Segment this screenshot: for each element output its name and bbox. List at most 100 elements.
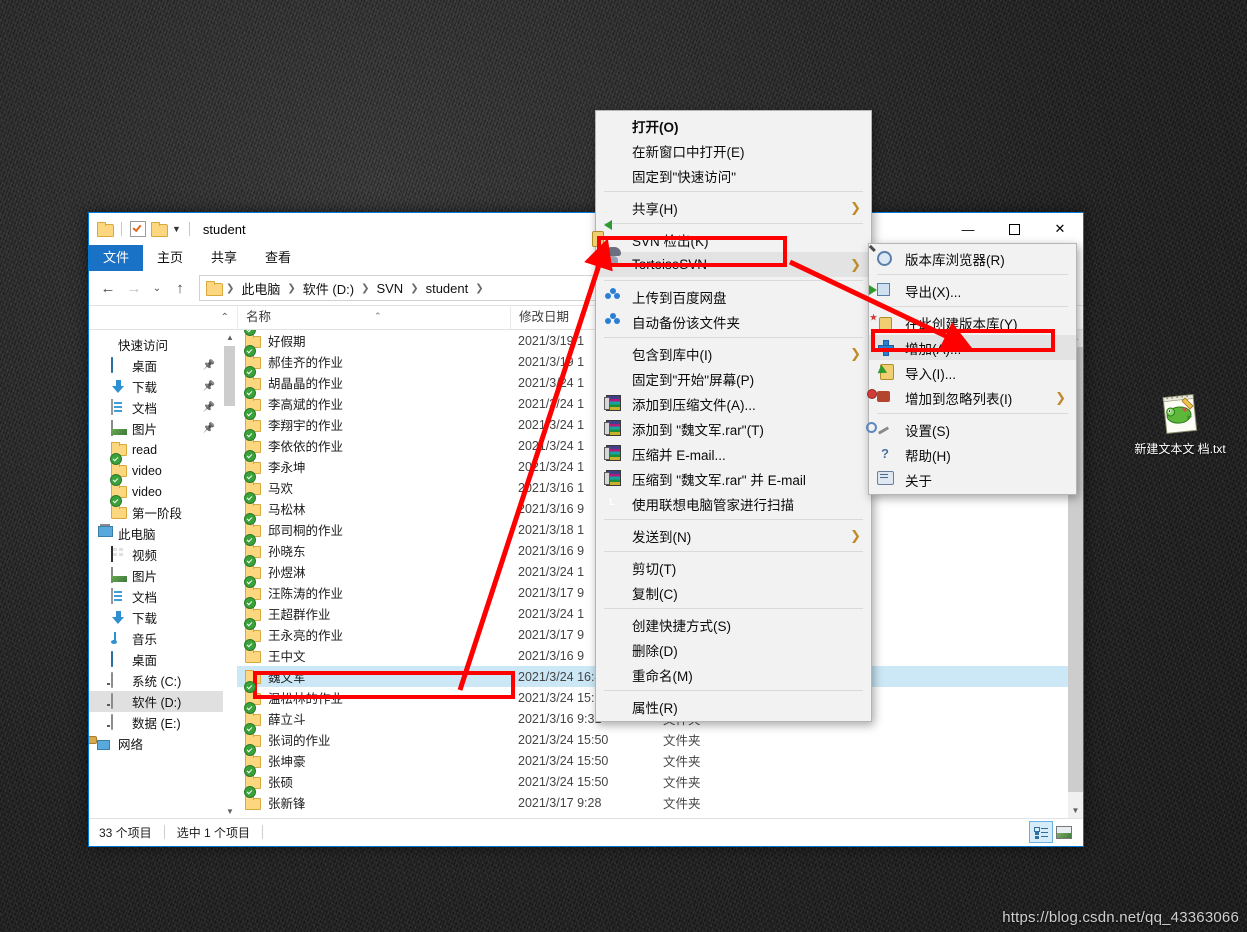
collapse-icon[interactable]: ⌃ [221,312,229,323]
menu-item-o[interactable]: 打开(O) [596,113,871,138]
back-button[interactable]: ← [95,275,121,301]
nav-pane-scrollbar[interactable]: ▲ ▼ [223,330,237,818]
file-name-label: 薛立斗 [268,713,306,727]
sidebar-item-item[interactable]: 文档 [89,586,223,607]
breadcrumb-item-2[interactable]: SVN [373,281,406,296]
menu-item-h[interactable]: ? 帮助(H) [869,442,1076,467]
menu-item-tortoisesvn[interactable]: TortoiseSVN ❯ [596,252,871,277]
menu-item-e[interactable]: 在新窗口中打开(E) [596,138,871,163]
recent-locations-button[interactable]: ⌄ [147,275,167,301]
tab-share[interactable]: 共享 [197,245,251,271]
menu-item-rar-t[interactable]: 添加到 "魏文军.rar"(T) [596,416,871,441]
new-folder-icon[interactable] [151,222,168,237]
sort-ascending-icon: ⌃ [374,311,382,321]
sidebar-item-item[interactable]: 下载 📌 [89,376,223,397]
sidebar-item-video[interactable]: video [89,452,223,481]
details-view-button[interactable] [1029,821,1053,843]
menu-item-p[interactable]: 固定到"开始"屏幕(P) [596,366,871,391]
menu-item-c[interactable]: 复制(C) [596,580,871,605]
breadcrumb-item-1[interactable]: 软件 (D:) [300,279,357,298]
menu-item-s[interactable]: 创建快捷方式(S) [596,612,871,637]
pin-icon[interactable]: 📌 [203,381,215,392]
menu-item-h[interactable]: 共享(H) ❯ [596,195,871,220]
sidebar-item-item[interactable]: 快速访问 [89,334,223,355]
menu-item-x[interactable]: 导出(X)... [869,278,1076,303]
large-icons-view-button[interactable] [1053,822,1075,842]
breadcrumb-item-3[interactable]: student [423,281,472,296]
menu-item-item[interactable]: 使用联想电脑管家进行扫描 [596,491,871,516]
column-header-name[interactable]: ⌃ 名称 [237,306,510,329]
menu-item-item[interactable]: 关于 [869,467,1076,492]
menu-item-rar-e-mail[interactable]: 压缩到 "魏文军.rar" 并 E-mail [596,466,871,491]
menu-item-y[interactable]: 在此创建版本库(Y) [869,310,1076,335]
sidebar-item-e[interactable]: 数据 (E:) [89,712,223,733]
sidebar-item-item[interactable]: 音乐 [89,628,223,649]
status-divider-2 [262,825,264,839]
menu-item-i[interactable]: 包含到库中(I) ❯ [596,341,871,366]
menu-item-a[interactable]: 添加到压缩文件(A)... [596,391,871,416]
menu-item-m[interactable]: 重命名(M) [596,662,871,687]
breadcrumb-item-0[interactable]: 此电脑 [238,279,283,298]
sidebar-item-d[interactable]: 软件 (D:) [89,691,223,712]
sidebar-item-item[interactable]: 桌面 📌 [89,355,223,376]
sidebar-item-read[interactable]: read [89,439,223,460]
file-name-cell: 胡晶晶的作业 [237,365,510,392]
tab-home[interactable]: 主页 [143,245,197,271]
sidebar-item-item[interactable]: 下载 [89,607,223,628]
minimize-button[interactable]: — [945,213,991,245]
sidebar-item-label: 系统 (C:) [132,675,182,689]
sidebar-item-item[interactable]: 此电脑 [89,523,223,544]
pin-icon[interactable]: 📌 [203,402,215,413]
pictures-icon [111,566,127,584]
nav-scroll-up-icon[interactable]: ▲ [223,330,237,344]
menu-item-n[interactable]: 发送到(N) ❯ [596,523,871,548]
menu-item-d[interactable]: 删除(D) [596,637,871,662]
sidebar-item-c[interactable]: 系统 (C:) [89,670,223,691]
forward-button[interactable]: → [121,275,147,301]
music-icon [111,631,127,647]
desktop-icon-new-text-document[interactable]: 新建文本文 档.txt [1133,392,1227,457]
list-scroll-down-icon[interactable]: ▼ [1068,803,1083,818]
properties-checkbox-icon[interactable] [130,221,146,237]
file-name-label: 李高斌的作业 [268,398,344,412]
tab-view[interactable]: 查看 [251,245,305,271]
sidebar-item-item[interactable]: 图片 [89,565,223,586]
up-button[interactable]: ↑ [167,275,193,301]
sidebar-item-item[interactable]: 图片 📌 [89,418,223,439]
close-button[interactable]: ✕ [1037,213,1083,245]
menu-item-r[interactable]: 属性(R) [596,694,871,719]
menu-item-item[interactable]: 固定到"快速访问" [596,163,871,188]
pin-icon[interactable]: 📌 [203,423,215,434]
sidebar-item-item[interactable]: 网络 [89,733,223,754]
tab-file[interactable]: 文件 [89,245,144,271]
sidebar-item-video[interactable]: video [89,473,223,502]
nav-scroll-thumb[interactable] [224,346,235,406]
maximize-button[interactable] [991,213,1037,245]
table-row[interactable]: 张新锋 2021/3/17 9:28 文件夹 [237,785,1083,813]
no-icon [604,345,622,363]
menu-item-svn-k[interactable]: SVN 检出(K) [596,227,871,252]
menu-item-s[interactable]: 设置(S) [869,417,1076,442]
table-row[interactable]: 张坤豪 2021/3/24 15:50 文件夹 [237,743,1083,771]
settings-icon [877,421,895,439]
menu-item-e-mail[interactable]: 压缩并 E-mail... [596,441,871,466]
sidebar-item-item[interactable]: 文档 📌 [89,397,223,418]
sidebar-item-item[interactable]: 桌面 [89,649,223,670]
sidebar-item-item[interactable]: 视频 [89,544,223,565]
menu-item-r[interactable]: 版本库浏览器(R) [869,246,1076,271]
chevron-down-icon[interactable]: ▼ [172,224,181,234]
table-row[interactable]: 张硕 2021/3/24 15:50 文件夹 [237,764,1083,792]
menu-item-t[interactable]: 剪切(T) [596,555,871,580]
menu-item-item[interactable]: 自动备份该文件夹 [596,309,871,334]
menu-item-a[interactable]: 增加(A)... [869,335,1076,360]
qat-divider [121,222,122,236]
menu-item-i[interactable]: 增加到忽略列表(I) ❯ [869,385,1076,410]
file-name-cell: 张新锋 [237,785,510,812]
menu-item-i[interactable]: 导入(I)... [869,360,1076,385]
folder-icon[interactable] [97,222,114,237]
nav-scroll-down-icon[interactable]: ▼ [223,804,237,818]
menu-item-item[interactable]: 上传到百度网盘 [596,284,871,309]
pin-icon[interactable]: 📌 [203,360,215,371]
sidebar-item-item[interactable]: 第一阶段 [89,494,223,523]
table-row[interactable]: 张词的作业 2021/3/24 15:50 文件夹 [237,722,1083,750]
